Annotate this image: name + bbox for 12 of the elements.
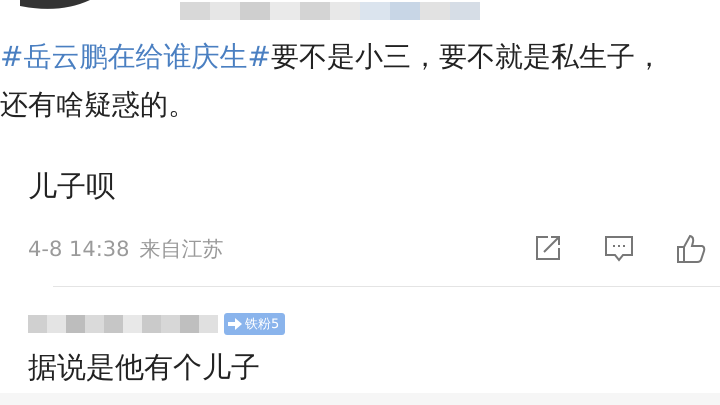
post-text: 还有啥疑惑的。	[0, 88, 197, 122]
badge-label: 铁粉5	[245, 316, 280, 333]
comment-location: 来自江苏	[140, 236, 224, 263]
hashtag-link[interactable]: #岳云鹏在给谁庆生#	[0, 40, 271, 73]
share-icon[interactable]	[534, 234, 562, 262]
comment-time: 4-8 14:38	[28, 237, 130, 261]
like-icon[interactable]	[676, 234, 706, 264]
comment-text: 据说是他有个儿子	[28, 349, 261, 385]
comment-icon[interactable]	[604, 234, 634, 262]
post-text: #岳云鹏在给谁庆生#要不是小三，要不就是私生子，	[0, 40, 664, 74]
arrow-icon	[228, 318, 242, 330]
comment-text: 儿子呗	[28, 168, 116, 204]
